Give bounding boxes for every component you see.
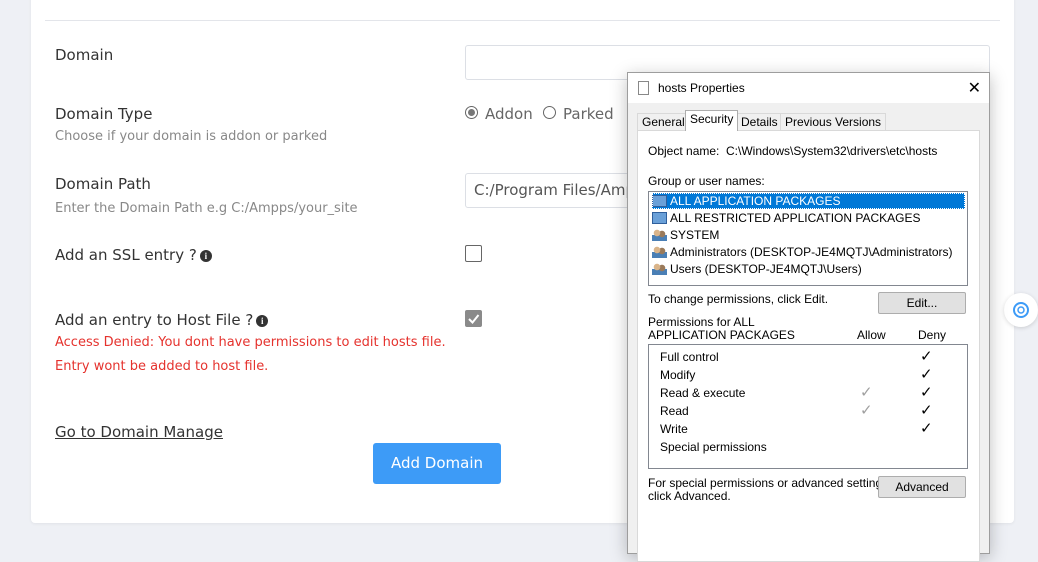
domain-path-label: Domain Path [55,175,151,193]
permission-row: Read [660,404,689,418]
addon-radio[interactable] [465,106,478,119]
ai-assistant-icon [1013,302,1029,318]
permission-row: Read & execute [660,386,746,400]
hosts-label-text: Add an entry to Host File ? [55,311,254,329]
package-icon [652,195,667,207]
users-icon [652,263,667,275]
add-domain-button[interactable]: Add Domain [373,443,501,484]
dialog-titlebar[interactable]: hosts Properties ✕ [628,73,989,103]
deny-check-icon: ✓ [920,348,933,365]
special-permissions-text-1: For special permissions or advanced sett… [648,476,892,490]
permission-row: Write [660,422,688,436]
checkmark-icon [468,314,480,324]
object-name-label: Object name: [648,144,720,158]
group-name: Users (DESKTOP-JE4MQTJ\Users) [670,262,862,276]
change-permissions-text: To change permissions, click Edit. [648,292,829,306]
info-icon[interactable]: i [199,250,212,262]
special-permissions-text-2: click Advanced. [648,489,731,503]
document-icon [638,81,649,95]
tab-security[interactable]: Security [685,110,739,131]
domain-manage-link[interactable]: Go to Domain Manage [55,423,223,441]
domain-label: Domain [55,46,114,64]
permissions-list[interactable]: Full control Modify Read & execute Read … [648,344,968,469]
group-name: ALL RESTRICTED APPLICATION PACKAGES [670,211,921,225]
ssl-label: Add an SSL entry ? i [55,246,212,264]
assistant-button[interactable] [1004,293,1038,327]
parked-radio-label: Parked [563,105,614,123]
error-message-2: Entry wont be added to host file. [55,359,269,374]
info-icon[interactable]: i [256,315,269,327]
tab-general[interactable]: General [637,113,690,130]
allow-check-icon: ✓ [860,402,873,419]
deny-header: Deny [918,328,947,342]
addon-radio-label: Addon [485,105,533,123]
permissions-for-line-2: APPLICATION PACKAGES [648,328,795,342]
package-icon [652,212,667,224]
hosts-label: Add an entry to Host File ? i [55,311,269,329]
edit-button[interactable]: Edit... [878,292,966,314]
permissions-for-line-1: Permissions for ALL [648,315,755,329]
group-name: Administrators (DESKTOP-JE4MQTJ\Administ… [670,245,953,259]
advanced-button[interactable]: Advanced [878,476,966,498]
close-icon[interactable]: ✕ [968,78,981,98]
deny-check-icon: ✓ [920,366,933,383]
permission-row: Special permissions [660,440,767,454]
deny-check-icon: ✓ [920,384,933,401]
error-message: Access Denied: You dont have permissions… [55,335,446,350]
ssl-checkbox[interactable] [465,245,482,262]
hosts-properties-dialog: hosts Properties ✕ General Security Deta… [627,72,990,562]
parked-radio[interactable] [543,106,556,119]
deny-check-icon: ✓ [920,420,933,437]
domain-type-label: Domain Type [55,105,153,123]
deny-check-icon: ✓ [920,402,933,419]
permission-row: Modify [660,368,696,382]
group-name: ALL APPLICATION PACKAGES [670,194,841,208]
groups-list[interactable]: ALL APPLICATION PACKAGES ALL RESTRICTED … [648,191,968,286]
ssl-label-text: Add an SSL entry ? [55,246,197,264]
tab-previous-versions[interactable]: Previous Versions [780,113,887,130]
users-icon [652,229,667,241]
hosts-checkbox[interactable] [465,310,482,327]
group-name: SYSTEM [670,228,720,242]
groups-label: Group or user names: [648,174,765,188]
domain-type-hint: Choose if your domain is addon or parked [55,129,328,144]
permission-row: Full control [660,350,719,364]
allow-check-icon: ✓ [860,384,873,401]
users-icon [652,246,667,258]
allow-header: Allow [857,328,886,342]
domain-path-hint: Enter the Domain Path e.g C:/Ampps/your_… [55,201,358,216]
dialog-title: hosts Properties [658,81,745,95]
divider [45,20,1000,21]
list-item[interactable]: Administrators (DESKTOP-JE4MQTJ\Administ… [652,244,965,260]
list-item[interactable]: ALL APPLICATION PACKAGES [652,193,965,209]
list-item[interactable]: Users (DESKTOP-JE4MQTJ\Users) [652,261,965,277]
list-item[interactable]: ALL RESTRICTED APPLICATION PACKAGES [652,210,965,226]
object-name-value: C:\Windows\System32\drivers\etc\hosts [726,144,938,158]
tab-details[interactable]: Details [736,113,783,130]
list-item[interactable]: SYSTEM [652,227,965,243]
